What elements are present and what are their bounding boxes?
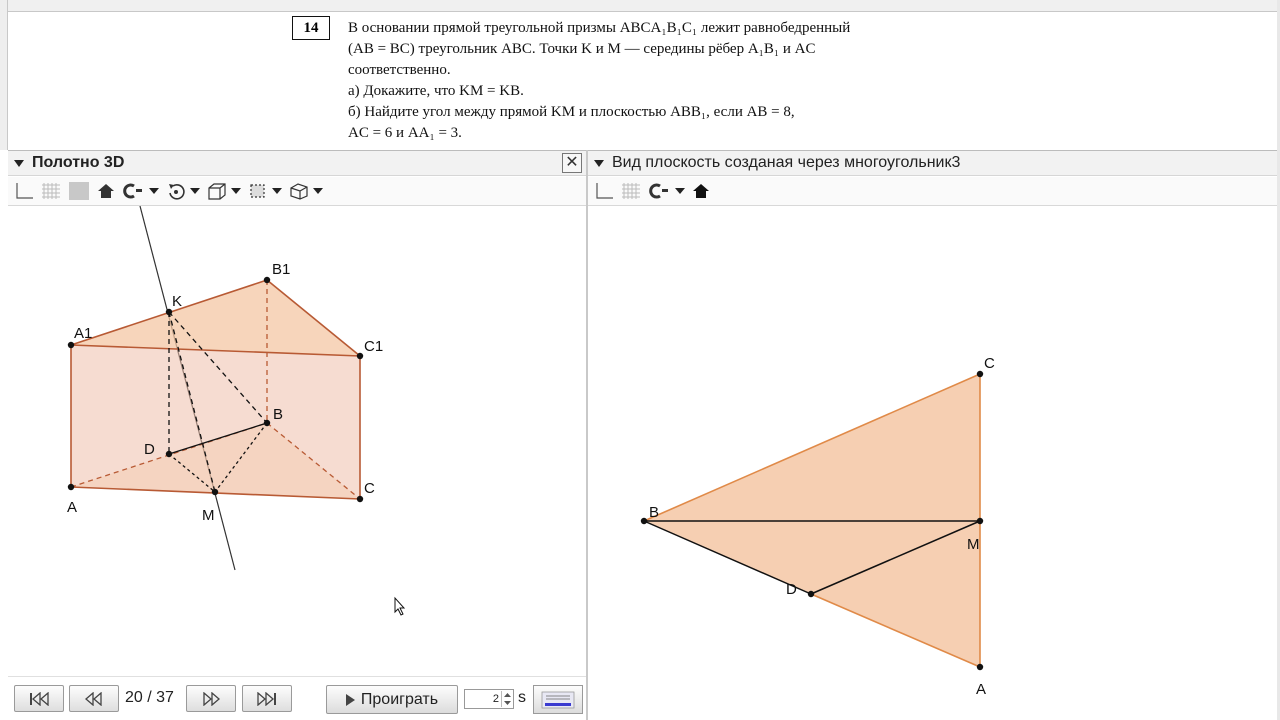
mouse-cursor-icon [394,596,406,616]
problem-line: (AB = BC) треугольник ABC. Точки K и M —… [348,41,816,57]
left-edge-bar [0,0,8,150]
top-face[interactable] [71,280,360,356]
speed-unit: s [518,689,526,706]
chevron-down-icon[interactable] [190,188,200,194]
close-panel-button[interactable]: ✕ [562,153,582,173]
axes-toggle-icon[interactable] [594,180,614,202]
plane-view-title: Вид плоскость созданая через многоугольн… [612,154,961,171]
geogebra-window: 14 В основании прямой треугольной призмы… [0,0,1280,720]
previous-step-button[interactable] [69,685,119,712]
point-label-d[interactable]: D [786,581,797,598]
construction-protocol-bar: 20 / 37 Проиграть 2 s [8,676,586,720]
rewind-icon [85,691,102,706]
point-label-b[interactable]: B [649,504,659,521]
plane-toggle-icon[interactable] [68,180,90,202]
graphics-3d-title: Полотно 3D [32,154,125,171]
home-icon[interactable] [96,180,116,202]
play-label: Проиграть [360,690,439,708]
point-label-a1[interactable]: A1 [74,325,92,342]
rotate-view-icon[interactable] [165,180,200,202]
triangle-drawing: C B M D A [640,355,995,698]
chevron-down-icon[interactable] [675,188,685,194]
point-label-k[interactable]: K [172,293,182,310]
point-label-c[interactable]: C [364,480,375,497]
axes-toggle-icon[interactable] [14,180,34,202]
point-label-a[interactable]: A [976,681,986,698]
point-label-m[interactable]: M [967,536,980,553]
home-icon[interactable] [691,180,711,202]
play-icon [345,693,355,706]
collapse-triangle-icon[interactable] [594,159,604,167]
speed-stepper[interactable]: 2 [464,689,514,709]
play-button[interactable]: Проиграть [326,685,458,714]
graphics-3d-canvas[interactable]: A1 B1 C1 K B D A M C [8,205,586,676]
next-step-button[interactable] [186,685,236,712]
projection-icon[interactable] [288,180,323,202]
graphics-3d-header[interactable]: Полотно 3D ✕ [8,150,586,176]
last-step-button[interactable] [242,685,292,712]
stepper-arrows-icon[interactable] [501,691,512,707]
plane-view-header[interactable]: Вид плоскость созданая через многоугольн… [588,150,1277,176]
point-label-b1[interactable]: B1 [272,261,290,278]
point-label-c1[interactable]: C1 [364,338,383,355]
chevron-down-icon[interactable] [149,188,159,194]
view-options-icon[interactable] [122,180,159,202]
problem-line: AC = 6 и AA₁ = 3. [348,125,462,141]
problem-line: б) Найдите угол между прямой KM и плоско… [348,104,795,120]
point-label-c[interactable]: C [984,355,995,372]
grid-toggle-icon[interactable] [40,180,62,202]
first-step-button[interactable] [14,685,64,712]
point-label-b[interactable]: B [273,406,283,423]
view-options-icon[interactable] [648,180,685,202]
point-label-d[interactable]: D [144,441,155,458]
clipping-box-icon[interactable] [247,180,282,202]
point-label-a[interactable]: A [67,499,77,516]
problem-line: а) Докажите, что KM = KB. [348,83,524,99]
plane-view-toolbar [588,177,1277,206]
first-step-icon [30,691,49,706]
step-counter: 20 / 37 [125,689,174,706]
problem-number: 14 [292,16,330,40]
cube-view-icon[interactable] [206,180,241,202]
prism-drawing: A1 B1 C1 K B D A M C [67,205,406,616]
protocol-table-button[interactable] [533,685,583,714]
point-label-m[interactable]: M [202,507,215,524]
protocol-table-icon [541,691,575,708]
speed-value: 2 [492,693,499,705]
collapse-triangle-icon[interactable] [14,159,24,167]
plane-view-canvas[interactable]: C B M D A [588,206,1277,720]
problem-text: В основании прямой треугольной призмы AB… [348,18,928,144]
last-step-icon [257,691,276,706]
graphics-3d-toolbar [8,177,586,206]
grid-toggle-icon[interactable] [620,180,642,202]
problem-line: В основании прямой треугольной призмы AB… [348,20,851,36]
fast-forward-icon [203,691,220,706]
top-toolbar-strip [0,0,1280,12]
problem-line: соответственно. [348,62,451,78]
chevron-down-icon[interactable] [313,188,323,194]
chevron-down-icon[interactable] [272,188,282,194]
chevron-down-icon[interactable] [231,188,241,194]
